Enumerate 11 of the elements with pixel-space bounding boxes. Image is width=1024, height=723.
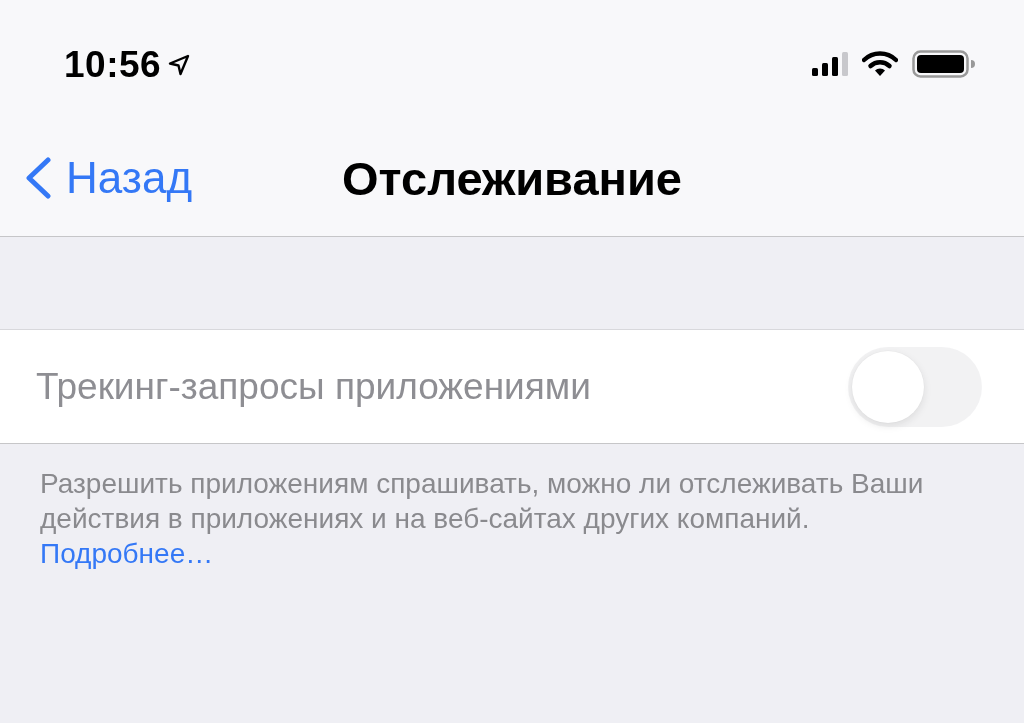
- battery-icon: [912, 50, 976, 78]
- wifi-icon: [862, 51, 898, 77]
- location-arrow-icon: [167, 53, 192, 77]
- setting-label: Трекинг-запросы приложениями: [36, 365, 591, 408]
- footer-text: Разрешить приложениям спрашивать, можно ли отслеживать Ваши действия в приложениях и на веб-сайтах других компаний. Подробнее…: [40, 467, 925, 571]
- status-time: 10:56: [64, 44, 162, 86]
- screen-title: Отслеживание: [342, 150, 682, 206]
- signal-icon: [812, 52, 848, 76]
- back-button[interactable]: Назад: [24, 153, 193, 203]
- learn-more-link[interactable]: Подробнее…: [40, 538, 214, 569]
- chevron-left-icon: [24, 157, 52, 199]
